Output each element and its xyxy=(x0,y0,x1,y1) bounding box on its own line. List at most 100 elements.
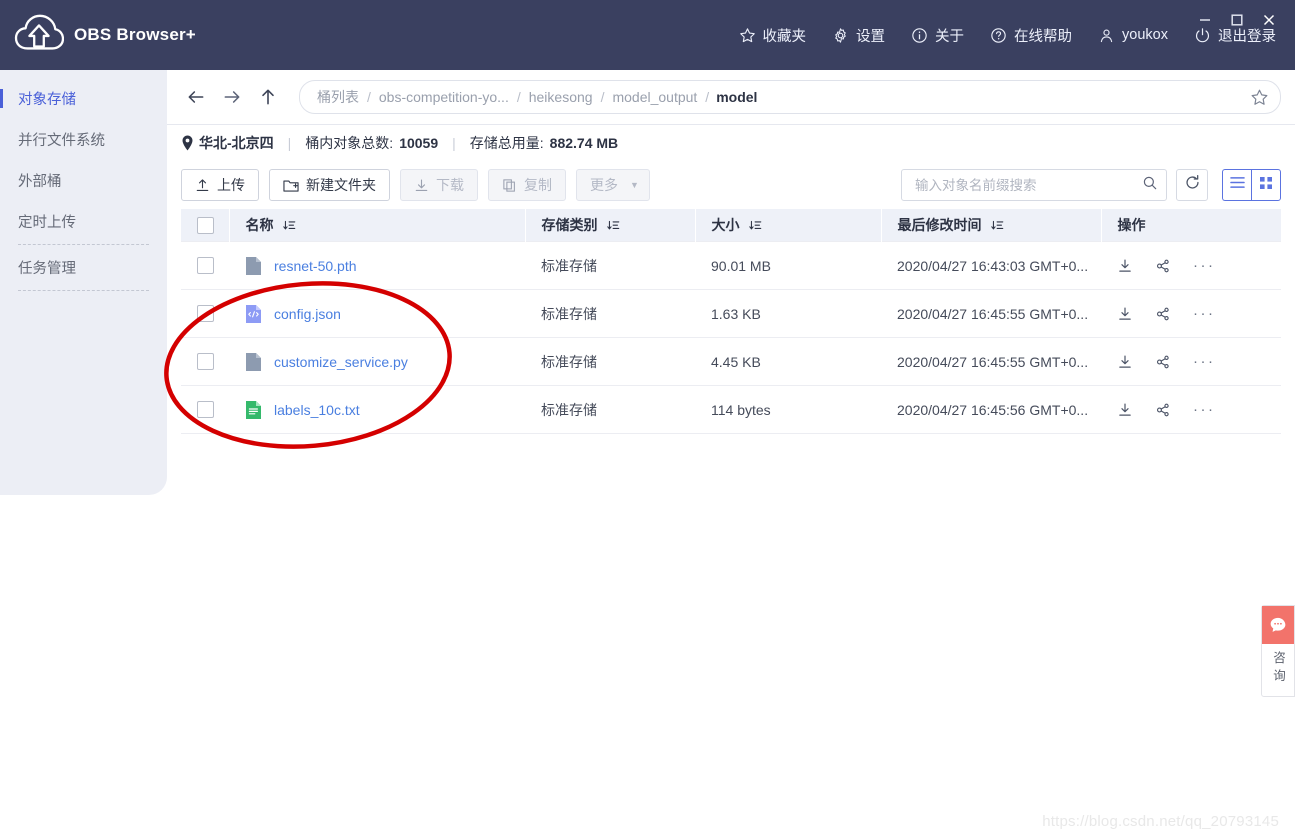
user-icon xyxy=(1098,27,1115,44)
app-title: OBS Browser+ xyxy=(74,25,196,45)
gear-icon xyxy=(832,27,849,44)
maximize-icon[interactable] xyxy=(1221,8,1253,32)
favorite-button[interactable] xyxy=(1246,84,1272,110)
column-header-size[interactable]: 大小 xyxy=(695,209,881,242)
row-size-cell: 114 bytes xyxy=(695,386,881,434)
new-folder-button[interactable]: 新建文件夹 xyxy=(269,169,390,201)
consult-icon-header[interactable] xyxy=(1262,606,1294,644)
size-value: 90.01 MB xyxy=(711,258,771,274)
menu-item-online-help[interactable]: 在线帮助 xyxy=(981,21,1081,50)
refresh-button[interactable] xyxy=(1176,169,1208,201)
bucket-info-bar: 华北-北京四 | 桶内对象总数: 10059 | 存储总用量: 882.74 M… xyxy=(167,125,1295,161)
upload-icon xyxy=(195,178,210,193)
row-more-icon[interactable]: ··· xyxy=(1193,257,1216,274)
sidebar-divider xyxy=(18,290,149,291)
grid-view-button[interactable] xyxy=(1251,169,1281,201)
consult-widget[interactable]: 咨 询 xyxy=(1261,605,1295,697)
minimize-icon[interactable] xyxy=(1189,8,1221,32)
sort-icon[interactable] xyxy=(283,219,296,232)
select-all-header xyxy=(181,209,229,242)
button-label: 新建文件夹 xyxy=(306,175,376,195)
back-button[interactable] xyxy=(181,82,211,112)
breadcrumb-item-model-output[interactable]: model_output xyxy=(611,89,698,105)
region-label: 华北-北京四 xyxy=(199,133,274,153)
window-controls xyxy=(1189,8,1285,32)
menu-item-settings[interactable]: 设置 xyxy=(823,21,894,50)
annotation-ellipse xyxy=(140,270,480,470)
storage-used-label: 存储总用量: xyxy=(470,133,544,153)
row-modified-cell: 2020/04/27 16:43:03 GMT+0... xyxy=(881,242,1101,290)
menu-item-about[interactable]: 关于 xyxy=(902,21,973,50)
row-modified-cell: 2020/04/27 16:45:55 GMT+0... xyxy=(881,290,1101,338)
breadcrumb-item-current: model xyxy=(716,89,757,105)
row-more-icon[interactable]: ··· xyxy=(1193,353,1216,370)
list-view-button[interactable] xyxy=(1222,169,1251,201)
size-value: 4.45 KB xyxy=(711,354,761,370)
column-header-modified[interactable]: 最后修改时间 xyxy=(881,209,1101,242)
row-download-icon[interactable] xyxy=(1117,258,1133,274)
sort-icon[interactable] xyxy=(991,219,1004,232)
row-size-cell: 1.63 KB xyxy=(695,290,881,338)
breadcrumb-item-heikesong[interactable]: heikesong xyxy=(528,89,594,105)
row-more-icon[interactable]: ··· xyxy=(1193,401,1216,418)
row-share-icon[interactable] xyxy=(1155,354,1171,370)
column-label: 名称 xyxy=(246,215,274,235)
row-storage-class-cell: 标准存储 xyxy=(525,338,695,386)
path-bar: 桶列表 / obs-competition-yo... / heikesong … xyxy=(167,70,1295,124)
breadcrumb-item-bucket[interactable]: obs-competition-yo... xyxy=(378,89,510,105)
sort-icon[interactable] xyxy=(749,219,762,232)
menu-item-favorites[interactable]: 收藏夹 xyxy=(730,21,816,50)
close-icon[interactable] xyxy=(1253,8,1285,32)
size-value: 1.63 KB xyxy=(711,306,761,322)
row-download-icon[interactable] xyxy=(1117,354,1133,370)
breadcrumb-item-bucket-list[interactable]: 桶列表 xyxy=(316,87,360,107)
button-label: 上传 xyxy=(217,175,245,195)
download-button: 下载 xyxy=(400,169,478,201)
modified-value: 2020/04/27 16:43:03 GMT+0... xyxy=(897,258,1088,274)
sidebar-item-object-storage[interactable]: 对象存储 xyxy=(0,78,167,119)
search-icon[interactable] xyxy=(1142,175,1158,196)
row-size-cell: 90.01 MB xyxy=(695,242,881,290)
button-label: 复制 xyxy=(524,175,552,195)
menu-item-account[interactable]: youkox xyxy=(1089,23,1177,48)
search-input[interactable] xyxy=(913,177,1142,194)
search-box[interactable] xyxy=(901,169,1167,201)
sidebar-item-parallel-fs[interactable]: 并行文件系统 xyxy=(0,119,167,160)
row-actions-cell: ··· xyxy=(1101,290,1281,338)
breadcrumb-bar[interactable]: 桶列表 / obs-competition-yo... / heikesong … xyxy=(299,80,1281,114)
row-share-icon[interactable] xyxy=(1155,402,1171,418)
sidebar-item-external-bucket[interactable]: 外部桶 xyxy=(0,160,167,201)
upload-button[interactable]: 上传 xyxy=(181,169,259,201)
row-download-icon[interactable] xyxy=(1117,306,1133,322)
row-actions-cell: ··· xyxy=(1101,386,1281,434)
select-all-checkbox[interactable] xyxy=(197,217,214,234)
row-share-icon[interactable] xyxy=(1155,258,1171,274)
storage-class-value: 标准存储 xyxy=(541,400,597,420)
menu-label: 关于 xyxy=(935,25,964,46)
app-brand: OBS Browser+ xyxy=(0,12,196,58)
modified-value: 2020/04/27 16:45:56 GMT+0... xyxy=(897,402,1088,418)
sidebar-item-scheduled-upload[interactable]: 定时上传 xyxy=(0,201,167,242)
info-icon xyxy=(911,27,928,44)
breadcrumb-separator: / xyxy=(510,89,528,105)
sort-icon[interactable] xyxy=(607,219,620,232)
column-label: 操作 xyxy=(1118,215,1146,235)
row-more-icon[interactable]: ··· xyxy=(1193,305,1216,322)
modified-value: 2020/04/27 16:45:55 GMT+0... xyxy=(897,354,1088,370)
sidebar-item-label: 外部桶 xyxy=(18,170,62,191)
column-header-storage-class[interactable]: 存储类别 xyxy=(525,209,695,242)
column-header-name[interactable]: 名称 xyxy=(229,209,525,242)
row-download-icon[interactable] xyxy=(1117,402,1133,418)
copy-icon xyxy=(502,178,517,193)
forward-button[interactable] xyxy=(217,82,247,112)
watermark: https://blog.csdn.net/qq_20793145 xyxy=(1042,813,1279,830)
location-pin-icon xyxy=(181,135,194,151)
row-share-icon[interactable] xyxy=(1155,306,1171,322)
sidebar-item-label: 任务管理 xyxy=(18,257,76,278)
button-label: 更多 xyxy=(590,175,618,195)
up-button[interactable] xyxy=(253,82,283,112)
sidebar-item-label: 并行文件系统 xyxy=(18,129,105,150)
row-storage-class-cell: 标准存储 xyxy=(525,290,695,338)
action-toolbar: 上传 新建文件夹 下载 复制 更多 xyxy=(167,161,1295,209)
copy-button: 复制 xyxy=(488,169,566,201)
